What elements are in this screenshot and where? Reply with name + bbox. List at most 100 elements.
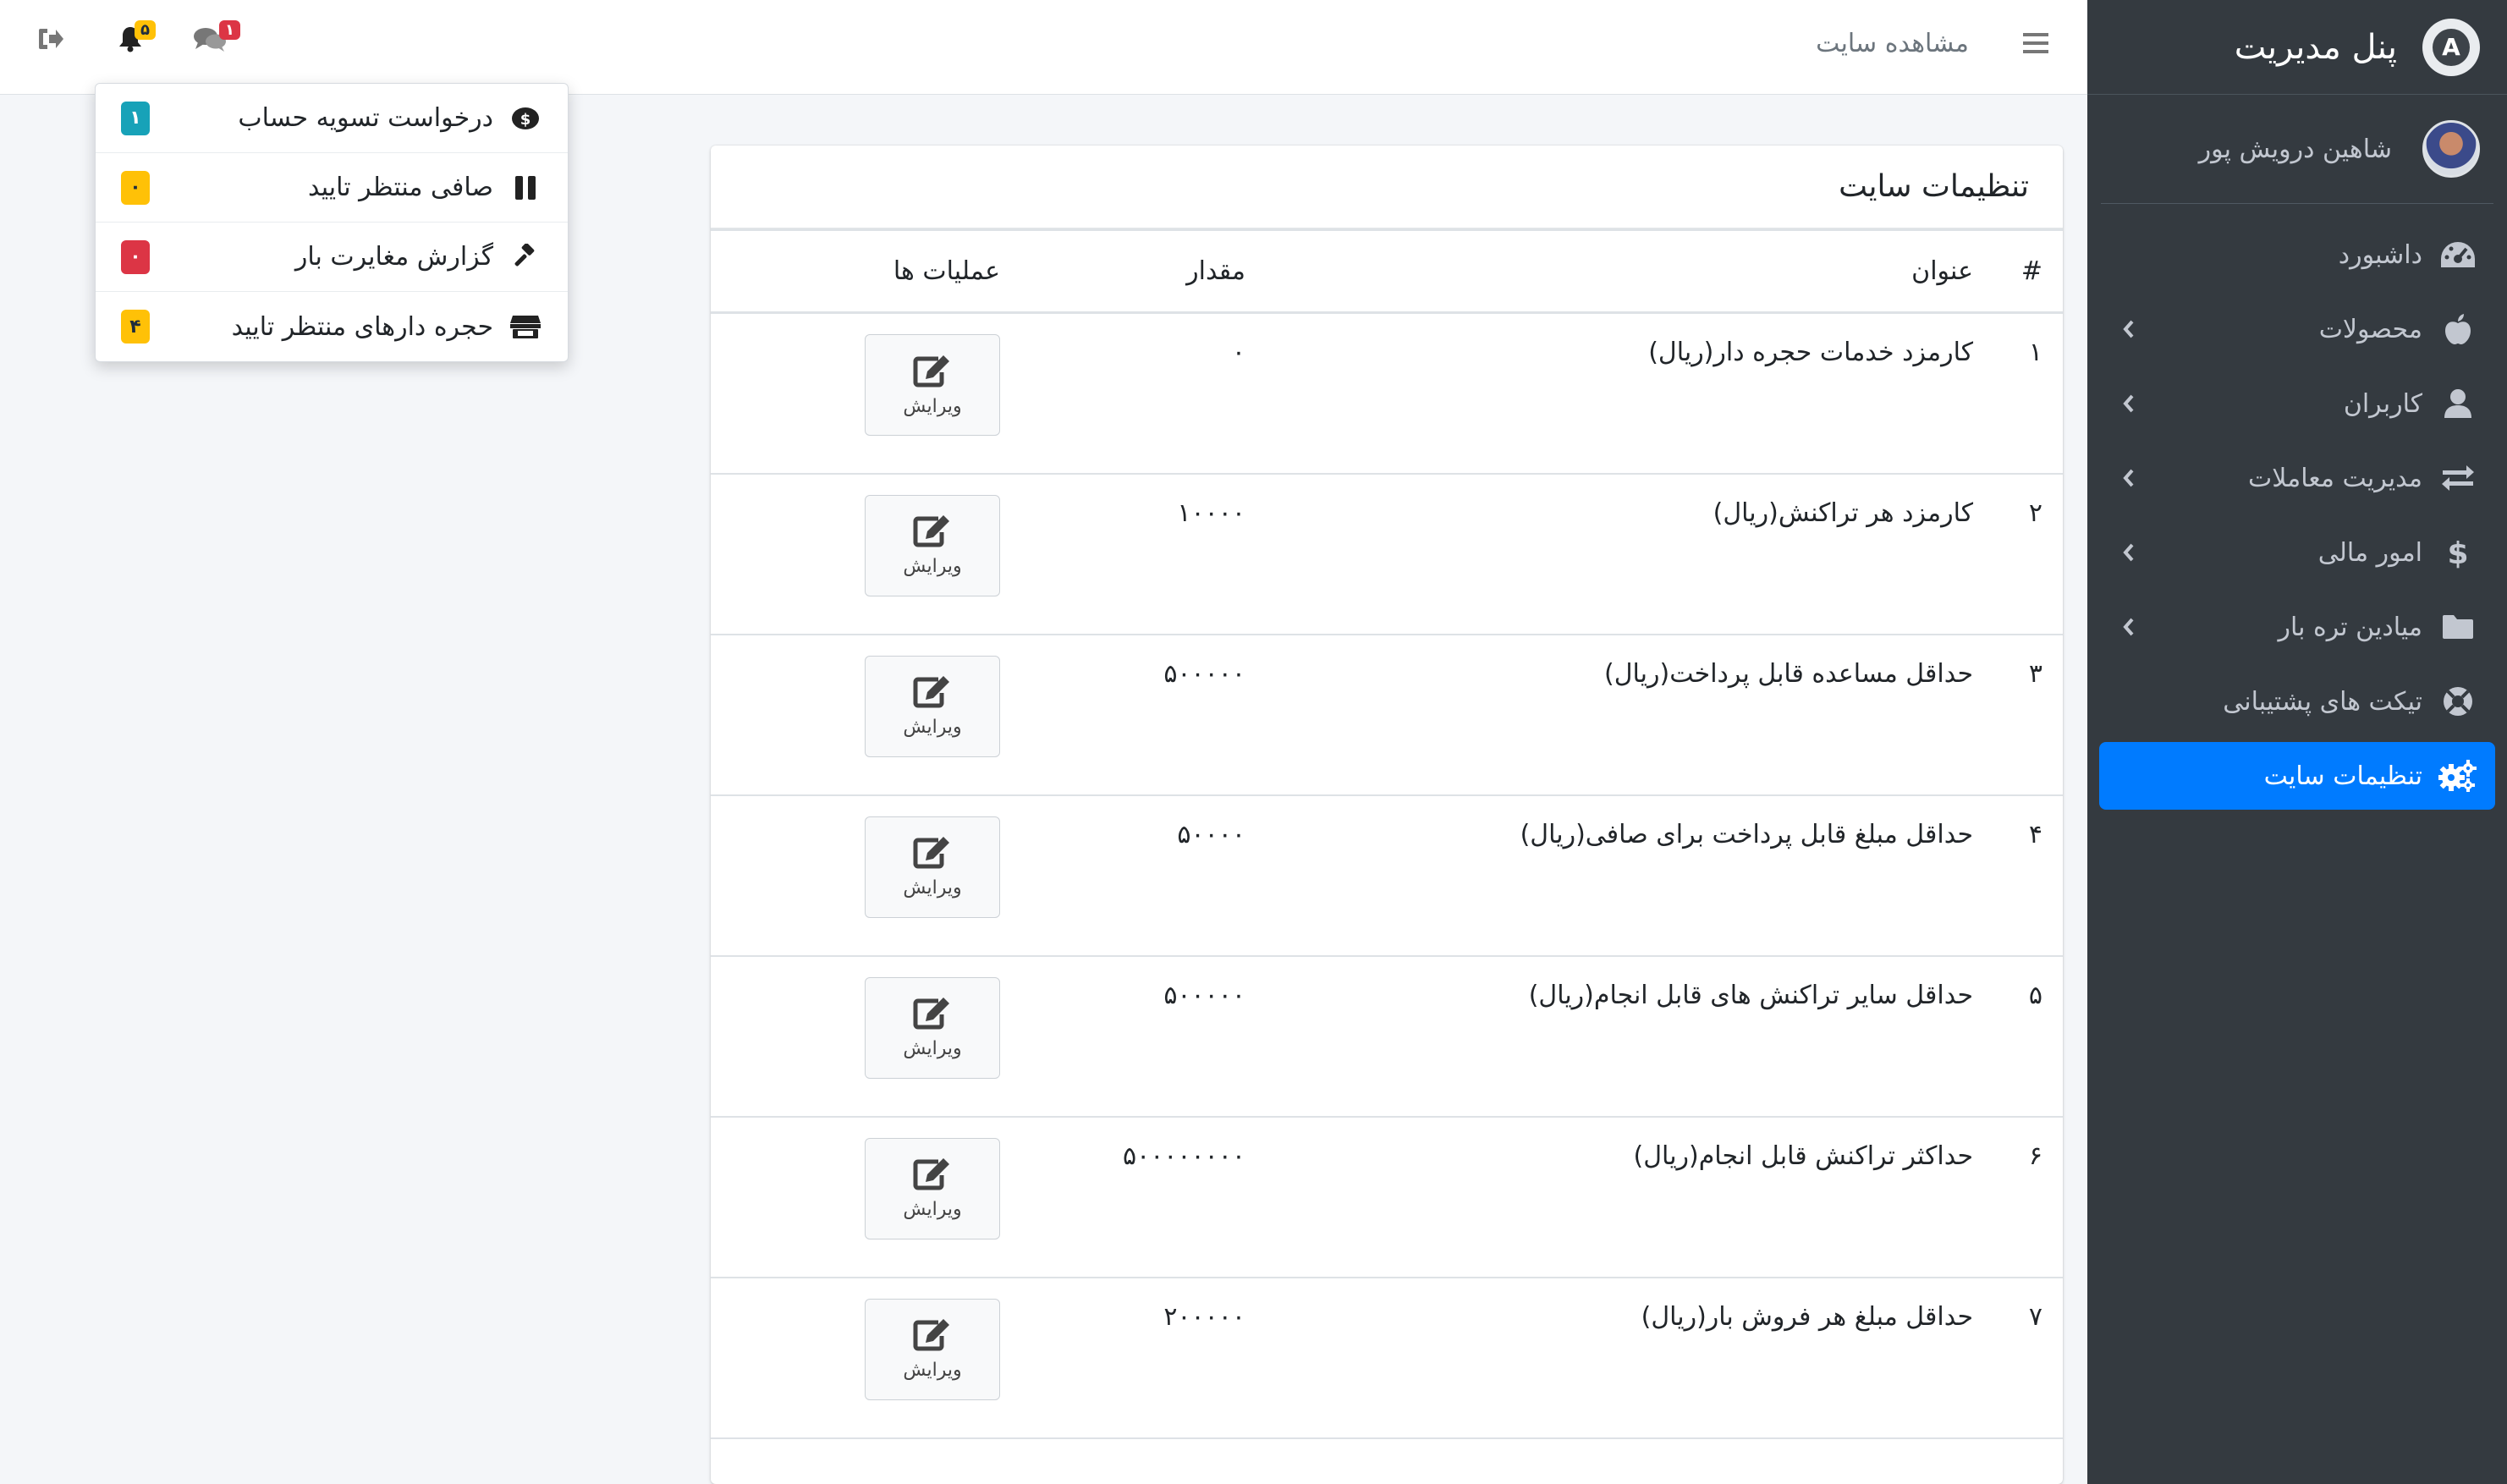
column-header-title: عنوان [1266, 228, 1993, 314]
chevron-left-icon [2116, 618, 2141, 636]
row-title: حداقل سایر تراکنش های قابل انجام(ریال) [1266, 955, 1993, 1118]
chevron-left-icon [2116, 469, 2141, 487]
notifications-button[interactable]: ۵ [118, 20, 156, 56]
row-title: حداکثر تراکنش قابل انجام(ریال) [1266, 1116, 1993, 1278]
sidebar: A پنل مدیریت شاهین درویش پور داشبورد محصو… [2087, 0, 2507, 1484]
table-row: ۶ حداکثر تراکنش قابل انجام(ریال) ۵۰۰۰۰۰۰۰۰… [711, 1116, 2063, 1278]
user-panel[interactable]: شاهین درویش پور [2101, 120, 2493, 204]
tachometer-icon [2438, 238, 2478, 272]
chevron-left-icon [2116, 394, 2141, 413]
sidebar-item-label: تیکت های پشتیبانی [2223, 686, 2422, 717]
row-number: ۲ [1993, 473, 2063, 635]
sidebar-item-4[interactable]: مدیریت معاملات [2099, 444, 2495, 512]
logo-letter: A [2433, 28, 2470, 66]
edit-icon [913, 514, 952, 556]
column-header-actions: عملیات ها [711, 228, 1020, 314]
edit-button-label: ویرایش [903, 1038, 962, 1059]
row-title: حداقل مبلغ قابل پرداخت برای صافی(ریال) [1266, 794, 1993, 957]
edit-icon [913, 1317, 952, 1360]
pause-icon [509, 175, 542, 201]
row-value: ۱۰۰۰۰ [1020, 473, 1266, 635]
chevron-left-icon [2116, 543, 2141, 562]
table-row: ۵ حداقل سایر تراکنش های قابل انجام(ریال) ۵… [711, 955, 2063, 1118]
row-actions: ویرایش [711, 473, 1020, 635]
dropdown-item-badge: ۴ [121, 310, 150, 344]
sidebar-item-label: محصولات [2318, 314, 2422, 344]
table-row: ۴ حداقل مبلغ قابل پرداخت برای صافی(ریال) ۵… [711, 794, 2063, 957]
exchange-icon [2438, 461, 2478, 495]
sidebar-item-6[interactable]: میادین تره بار [2099, 593, 2495, 661]
card-title: تنظیمات سایت [711, 146, 2063, 228]
sidebar-item-label: میادین تره بار [2278, 612, 2422, 642]
row-actions: ویرایش [711, 794, 1020, 957]
edit-icon [913, 1157, 952, 1199]
column-header-number: # [1993, 228, 2063, 314]
gavel-icon [509, 243, 542, 271]
row-actions: ویرایش [711, 634, 1020, 796]
sidebar-item-8[interactable]: تنظیمات سایت [2099, 742, 2495, 810]
svg-text:$: $ [2447, 536, 2468, 569]
row-actions: ویرایش [711, 312, 1020, 475]
row-number: ۳ [1993, 634, 2063, 796]
row-title: حداقل مبلغ هر فروش بار(ریال) [1266, 1277, 1993, 1439]
edit-button[interactable]: ویرایش [865, 816, 1000, 918]
notifications-dropdown: $ درخواست تسویه حساب ۱ صافی منتظر تایید … [95, 83, 569, 362]
row-number: ۵ [1993, 955, 2063, 1118]
dropdown-item-badge: ۱ [121, 101, 150, 135]
edit-button-label: ویرایش [903, 1360, 962, 1381]
dropdown-item-cargo-discrepancy[interactable]: گزارش مغایرت بار ۰ [96, 223, 568, 292]
dropdown-item-label: صافی منتظر تایید [307, 173, 493, 202]
edit-button-label: ویرایش [903, 877, 962, 899]
messages-button[interactable]: ۱ [193, 20, 240, 56]
edit-button[interactable]: ویرایش [865, 1298, 1000, 1400]
row-value: ۵۰۰۰۰۰ [1020, 955, 1266, 1118]
notifications-badge: ۵ [135, 20, 156, 40]
edit-button[interactable]: ویرایش [865, 494, 1000, 596]
site-settings-card: تنظیمات سایت # عنوان مقدار عملیات ها ۱ کا… [711, 146, 2063, 1484]
dollar-icon: $ [2438, 536, 2478, 569]
sidebar-item-label: داشبورد [2338, 239, 2422, 270]
row-value: ۲۰۰۰۰۰ [1020, 1277, 1266, 1439]
sidebar-item-label: مدیریت معاملات [2248, 463, 2422, 493]
brand-title: پنل مدیریت [2234, 27, 2397, 67]
sidebar-item-5[interactable]: $ امور مالی [2099, 519, 2495, 586]
navbar-icons: ۵ ۱ [37, 20, 281, 56]
dropdown-item-pending-shop-owners[interactable]: حجره دارهای منتظر تایید ۴ [96, 292, 568, 361]
edit-button-label: ویرایش [903, 395, 962, 417]
edit-button[interactable]: ویرایش [865, 1137, 1000, 1239]
edit-button[interactable]: ویرایش [865, 655, 1000, 757]
table-row: ۱ کارمزد خدمات حجره دار(ریال) ۰ ویرایش [711, 312, 2063, 475]
edit-button[interactable]: ویرایش [865, 334, 1000, 436]
brand-logo: A [2422, 18, 2480, 76]
sidebar-item-2[interactable]: محصولات [2099, 295, 2495, 363]
row-title: کارمزد خدمات حجره دار(ریال) [1266, 312, 1993, 475]
settings-table: # عنوان مقدار عملیات ها ۱ کارمزد خدمات حج… [711, 228, 2063, 1439]
table-row: ۳ حداقل مساعده قابل پرداخت(ریال) ۵۰۰۰۰۰ ویر… [711, 634, 2063, 796]
logout-button[interactable] [37, 27, 64, 54]
sidebar-item-3[interactable]: کاربران [2099, 370, 2495, 437]
dropdown-item-pending-filters[interactable]: صافی منتظر تایید ۰ [96, 153, 568, 223]
svg-text:$: $ [520, 111, 531, 129]
sidebar-item-1[interactable]: داشبورد [2099, 221, 2495, 289]
view-site-link[interactable]: مشاهده سایت [1816, 29, 1969, 58]
sidebar-nav: داشبورد محصولات کاربران مدیریت معاملات $ امور… [2087, 221, 2507, 810]
row-actions: ویرایش [711, 1277, 1020, 1439]
row-value: ۵۰۰۰۰۰۰۰۰ [1020, 1116, 1266, 1278]
avatar [2422, 120, 2480, 178]
row-number: ۶ [1993, 1116, 2063, 1278]
row-title: حداقل مساعده قابل پرداخت(ریال) [1266, 634, 1993, 796]
sidebar-item-7[interactable]: تیکت های پشتیبانی [2099, 668, 2495, 735]
dropdown-item-label: گزارش مغایرت بار [294, 242, 493, 272]
edit-icon [913, 674, 952, 717]
table-row: ۷ حداقل مبلغ هر فروش بار(ریال) ۲۰۰۰۰۰ ویرای… [711, 1277, 2063, 1439]
apple-icon [2438, 312, 2478, 346]
dropdown-item-settlement-requests[interactable]: $ درخواست تسویه حساب ۱ [96, 84, 568, 153]
row-title: کارمزد هر تراکنش(ریال) [1266, 473, 1993, 635]
dropdown-item-label: درخواست تسویه حساب [238, 103, 493, 133]
edit-button-label: ویرایش [903, 556, 962, 577]
edit-icon [913, 354, 952, 396]
money-icon: $ [509, 106, 542, 131]
brand[interactable]: A پنل مدیریت [2087, 0, 2507, 95]
edit-button[interactable]: ویرایش [865, 976, 1000, 1079]
hamburger-menu-icon[interactable] [2023, 32, 2048, 58]
